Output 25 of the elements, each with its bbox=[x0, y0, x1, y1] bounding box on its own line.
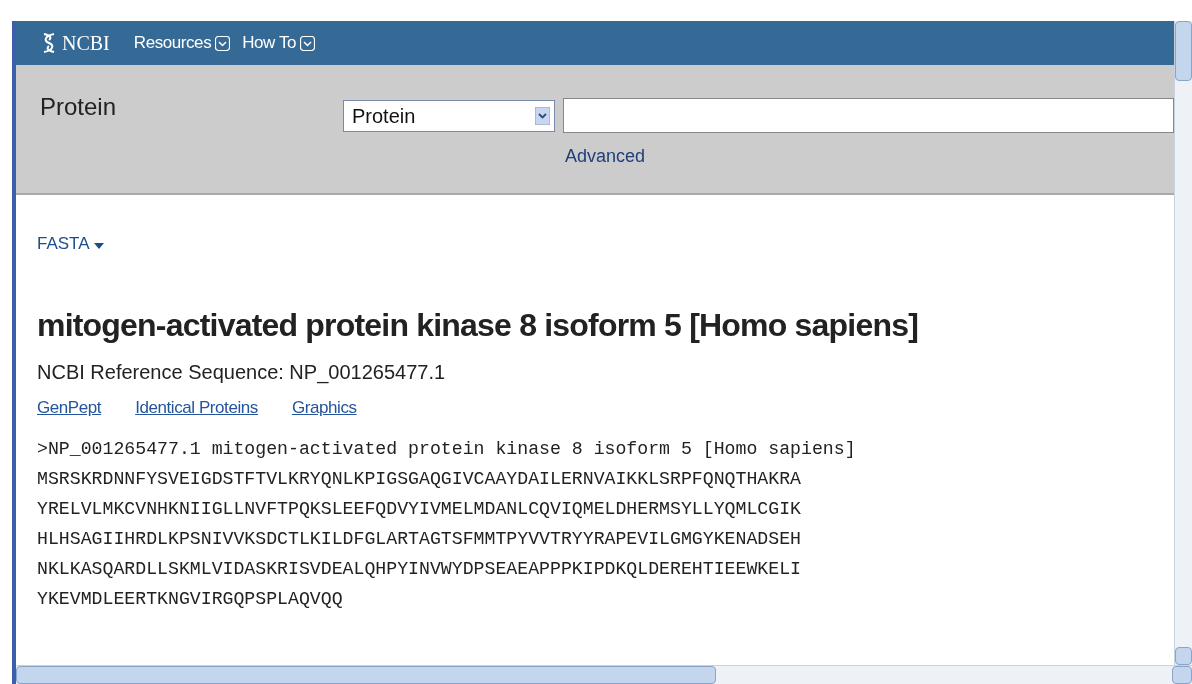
fasta-line: YKEVMDLEERTKNGVIRGQPSPLAQVQQ bbox=[37, 588, 344, 611]
chevron-down-icon bbox=[215, 35, 231, 51]
search-input[interactable] bbox=[563, 98, 1174, 133]
record-link[interactable]: Graphics bbox=[291, 394, 357, 420]
dropdown-arrow-icon bbox=[535, 106, 550, 125]
fasta-format-menu[interactable]: FASTA bbox=[37, 231, 104, 257]
database-label: Protein bbox=[39, 92, 118, 122]
database-select[interactable]: Protein bbox=[343, 99, 555, 132]
menu-button[interactable]: Resources bbox=[133, 30, 231, 56]
fasta-line: NKLKASQARDLLSKMLVIDASKRISVDEALQHPYINVWYDPSEAEAPPPKIPDKQLDEREHTIEEWKELI bbox=[37, 558, 802, 581]
reference-sequence: NCBI Reference Sequence: NP_001265477.1 bbox=[37, 359, 447, 386]
vertical-scrollbar[interactable] bbox=[1174, 21, 1192, 665]
caret-icon bbox=[93, 242, 104, 249]
chevron-down-icon bbox=[300, 35, 316, 51]
fasta-line: >NP_001265477.1 mitogen-activated protein kinase 8 isoform 5 [Homo sapiens] bbox=[37, 438, 857, 461]
record-title: mitogen-activated protein kinase 8 isoform 5 [Homo sapiens] bbox=[37, 305, 919, 345]
record-link[interactable]: GenPept bbox=[37, 394, 102, 420]
fasta-line: MSRSKRDNNFYSVEIGDSTFTVLKRYQNLKPIGSGAQGIVCAAYDAILERNVAIKKLSRPFQNQTHAKRA bbox=[37, 468, 802, 491]
horizontal-scrollbar[interactable] bbox=[16, 665, 1192, 684]
fasta-line: YRELVLMKCVNHKNIIGLLNVFTPQKSLEEFQDVYIVMELMDANLCQVIQMELDHERMSYLLYQMLCGIK bbox=[37, 498, 802, 521]
menu-button[interactable]: How To bbox=[242, 30, 316, 56]
advanced-link[interactable]: Advanced bbox=[565, 143, 646, 170]
fasta-line: HLHSAGIIHRDLKPSNIVVKSDCTLKILDFGLARTAGTSFMMTPYVVTRYYRAPEVILGMGYKENADSEH bbox=[37, 528, 802, 551]
record-link[interactable]: Identical Proteins bbox=[135, 394, 258, 420]
ncbi-logo-text[interactable]: NCBI bbox=[62, 28, 110, 58]
